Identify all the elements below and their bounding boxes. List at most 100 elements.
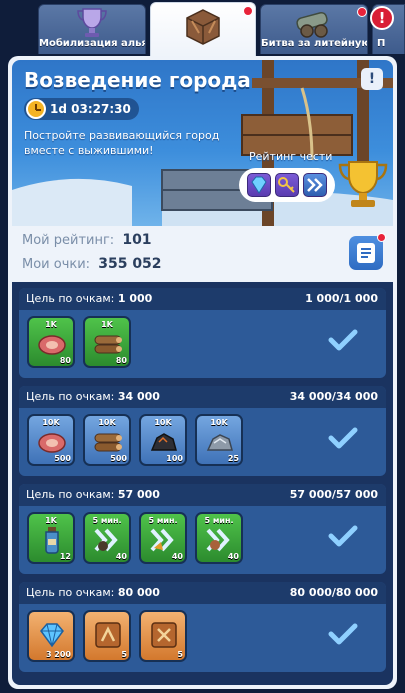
honor-ranking[interactable]: Рейтинг чести <box>239 150 389 210</box>
reward-amount: 10K <box>42 418 60 427</box>
milestone-header: Цель по очкам: 80 000 80 000/80 000 <box>19 582 386 604</box>
goal-progress: 80 000/80 000 <box>289 586 378 599</box>
reward-item[interactable]: 10K 500 <box>83 414 131 466</box>
reward-count: 80 <box>59 356 71 365</box>
notes-icon <box>357 243 375 263</box>
milestone-card: Цель по очкам: 57 000 57 000/57 000 1K 1… <box>19 484 386 574</box>
tab-label: П <box>377 38 386 49</box>
tab-foundry-battle[interactable]: Битва за литейную <box>260 4 368 54</box>
event-tabs: Мобилизация альянса Битва за литейную П … <box>0 0 405 58</box>
reward-count: 40 <box>171 552 183 561</box>
reward-count: 5 <box>121 650 127 659</box>
book-icon <box>95 622 121 648</box>
reward-count: 12 <box>59 552 71 561</box>
milestone-card: Цель по очкам: 34 000 34 000/34 000 10K … <box>19 386 386 476</box>
info-button[interactable]: ! <box>361 68 383 90</box>
coal-icon <box>150 433 177 451</box>
reward-item[interactable]: 1K 80 <box>83 316 131 368</box>
honor-rewards-preview <box>239 168 335 202</box>
goal-text: Цель по очкам: <box>26 292 115 305</box>
check-icon <box>328 525 358 547</box>
reward-count: 100 <box>166 454 183 463</box>
goal-label: Цель по очкам: 34 000 <box>26 390 160 403</box>
reward-amount: 1K <box>45 516 57 525</box>
goal-label: Цель по очкам: 1 000 <box>26 292 152 305</box>
speedup-icon <box>150 528 174 552</box>
reward-item[interactable]: 5 мин. 40 <box>139 512 187 564</box>
reward-item[interactable]: 3 200 <box>27 610 75 662</box>
reward-count: 40 <box>115 552 127 561</box>
reward-item[interactable]: 5 <box>83 610 131 662</box>
tab-city-building[interactable] <box>150 2 256 58</box>
reward-count: 40 <box>227 552 239 561</box>
timer-value: 1d 03:27:30 <box>50 102 131 116</box>
reward-item[interactable]: 1K 80 <box>27 316 75 368</box>
event-timer: 1d 03:27:30 <box>24 98 139 120</box>
reward-item[interactable]: 10K 100 <box>139 414 187 466</box>
reward-item[interactable]: 10K 500 <box>27 414 75 466</box>
my-points: Мои очки: 355 052 <box>22 256 162 272</box>
milestone-header: Цель по очкам: 57 000 57 000/57 000 <box>19 484 386 506</box>
goal-label: Цель по очкам: 80 000 <box>26 586 160 599</box>
milestone-card: Цель по очкам: 80 000 80 000/80 000 3 20… <box>19 582 386 672</box>
reward-item[interactable]: 1K 12 <box>27 512 75 564</box>
reward-count: 80 <box>115 356 127 365</box>
event-banner: Возведение города ! 1d 03:27:30 Постройт… <box>12 60 393 226</box>
water-bottle-icon <box>45 527 59 554</box>
rules-button[interactable] <box>349 233 386 270</box>
key-icon <box>275 173 299 197</box>
reward-count: 5 <box>177 650 183 659</box>
goal-target: 80 000 <box>117 586 160 599</box>
points-value: 355 052 <box>98 256 162 272</box>
tab-alliance-mobilization[interactable]: Мобилизация альянса <box>38 4 146 54</box>
reward-amount: 1K <box>101 320 113 329</box>
alert-icon: ! <box>370 6 394 30</box>
speedup-icon <box>206 528 230 552</box>
reward-count: 25 <box>227 454 239 463</box>
goal-label: Цель по очкам: 57 000 <box>26 488 160 501</box>
check-icon <box>328 427 358 449</box>
check-icon <box>328 329 358 351</box>
honor-ranking-label: Рейтинг чести <box>249 150 333 163</box>
reward-amount: 5 мин. <box>148 516 178 525</box>
goal-target: 57 000 <box>117 488 160 501</box>
iron-icon <box>206 434 233 451</box>
reward-item[interactable]: 5 мин. 40 <box>83 512 131 564</box>
reward-count: 3 200 <box>45 650 71 659</box>
tab-label: Битва за литейную <box>261 38 367 49</box>
reward-item[interactable]: 10K 25 <box>195 414 243 466</box>
player-stats: Мой рейтинг: 101 Мои очки: 355 052 <box>12 226 393 280</box>
goal-text: Цель по очкам: <box>26 390 115 403</box>
reward-item[interactable]: 5 <box>139 610 187 662</box>
goal-target: 34 000 <box>117 390 160 403</box>
book-icon <box>151 622 177 648</box>
reward-amount: 10K <box>154 418 172 427</box>
milestone-header: Цель по очкам: 1 000 1 000/1 000 <box>19 288 386 310</box>
notification-dot <box>243 6 253 16</box>
goal-target: 1 000 <box>117 292 153 305</box>
wood-icon <box>94 433 122 452</box>
speedup-icon <box>94 528 118 552</box>
goal-text: Цель по очкам: <box>26 586 115 599</box>
notification-dot <box>377 233 386 242</box>
rating-value: 101 <box>122 232 152 248</box>
reward-item[interactable]: 5 мин. 40 <box>195 512 243 564</box>
gem-icon <box>40 623 64 648</box>
points-label: Мои очки: <box>22 257 91 272</box>
cannon-icon <box>296 11 328 38</box>
reward-amount: 10K <box>98 418 116 427</box>
event-description: Постройте развивающийся город вместе с в… <box>24 129 220 157</box>
rating-label: Мой рейтинг: <box>22 233 115 248</box>
wood-icon <box>94 335 122 354</box>
goal-progress: 1 000/1 000 <box>305 292 378 305</box>
goal-progress: 57 000/57 000 <box>289 488 378 501</box>
event-title: Возведение города <box>24 68 251 92</box>
gem-icon <box>247 173 271 197</box>
trophy-icon <box>338 161 388 207</box>
crate-icon <box>186 9 220 45</box>
reward-amount: 5 мин. <box>204 516 234 525</box>
milestone-card: Цель по очкам: 1 000 1 000/1 000 1K 80 1… <box>19 288 386 378</box>
milestone-list[interactable]: Цель по очкам: 1 000 1 000/1 000 1K 80 1… <box>12 282 393 685</box>
event-panel: Возведение города ! 1d 03:27:30 Постройт… <box>8 56 397 689</box>
goal-progress: 34 000/34 000 <box>289 390 378 403</box>
